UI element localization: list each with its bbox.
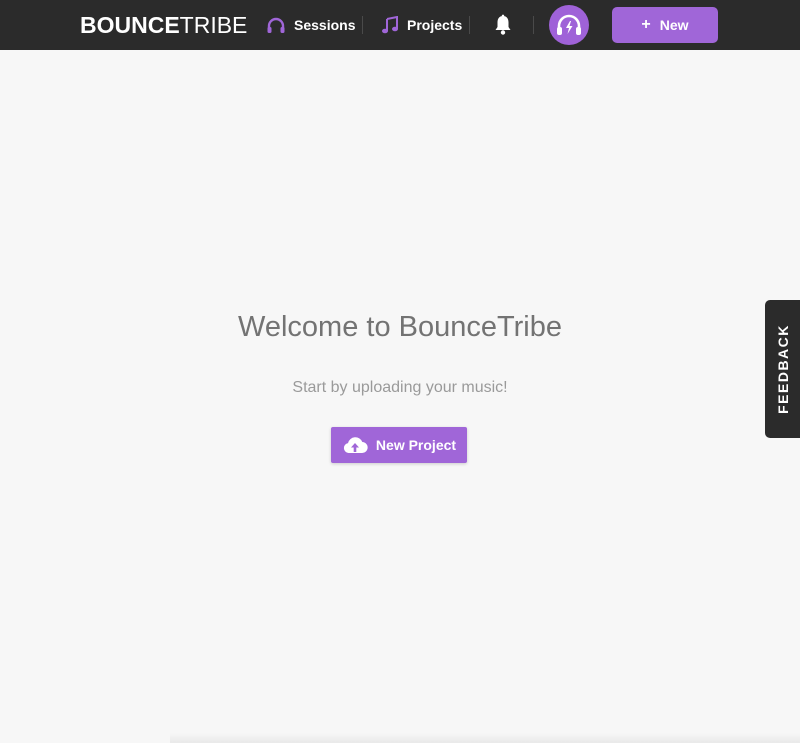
bottom-shadow	[170, 733, 800, 743]
nav-sessions-label: Sessions	[294, 17, 356, 33]
cloud-upload-icon	[343, 437, 368, 454]
headphones-bolt-icon	[557, 14, 581, 35]
user-avatar[interactable]	[549, 5, 589, 45]
brand-logo[interactable]: BOUNCETRIBE	[80, 12, 247, 38]
plus-icon: +	[641, 16, 651, 33]
new-button-label: New	[659, 17, 689, 33]
nav-divider	[362, 16, 363, 34]
top-navigation-bar: BOUNCETRIBE Sessions Projects + New	[0, 0, 800, 50]
nav-projects[interactable]: Projects	[381, 13, 462, 37]
nav-projects-label: Projects	[407, 17, 463, 33]
welcome-title: Welcome to BounceTribe	[238, 311, 562, 343]
music-note-icon	[382, 16, 398, 34]
feedback-tab[interactable]: FEEDBACK	[765, 300, 800, 438]
headphones-icon	[267, 17, 285, 33]
logo-light-text: TRIBE	[179, 12, 248, 38]
bell-icon[interactable]	[493, 14, 513, 36]
nav-divider	[533, 16, 534, 34]
new-button[interactable]: + New	[612, 7, 718, 43]
feedback-label: FEEDBACK	[774, 324, 791, 414]
logo-bold-text: BOUNCE	[80, 12, 180, 38]
new-project-button[interactable]: New Project	[331, 427, 467, 463]
new-project-label: New Project	[375, 437, 457, 453]
nav-sessions[interactable]: Sessions	[266, 13, 355, 37]
welcome-subtitle: Start by uploading your music!	[292, 379, 508, 396]
nav-divider	[469, 16, 470, 34]
